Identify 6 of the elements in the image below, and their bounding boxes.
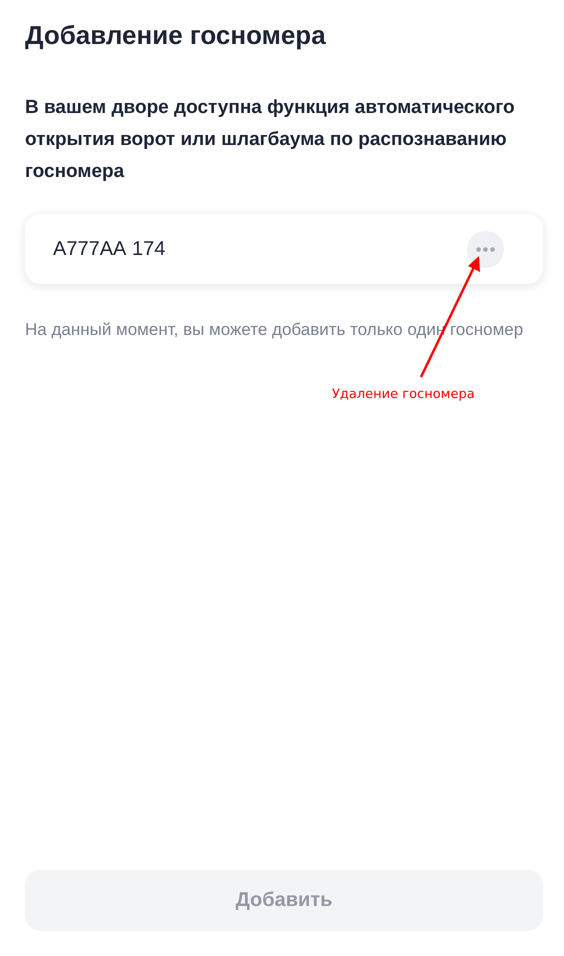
more-button[interactable] bbox=[467, 230, 504, 268]
description-text: В вашем дворе доступна функция автоматического открытия ворот или шлагбаума по распознаванию госномера bbox=[25, 96, 516, 184]
annotation-label: Удаление госномера bbox=[332, 387, 475, 402]
page-title: Добавление госномера bbox=[25, 19, 327, 52]
more-icon bbox=[476, 246, 495, 252]
plate-number: А777АА 174 bbox=[53, 238, 166, 260]
